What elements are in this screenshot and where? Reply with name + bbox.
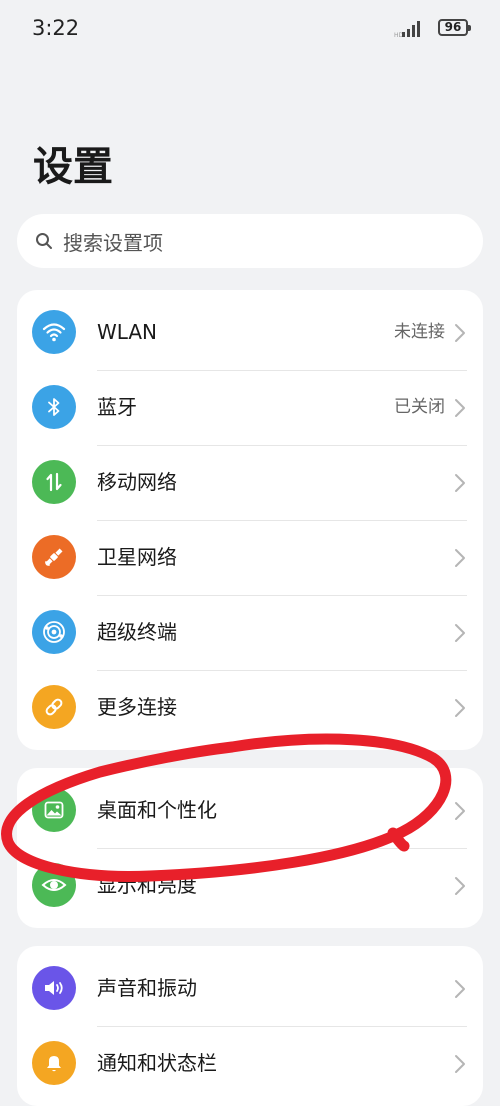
super-device-icon xyxy=(32,610,76,654)
signal-icon: HD xyxy=(394,21,420,38)
settings-item-label: 声音和振动 xyxy=(97,976,197,1000)
chevron-right-icon xyxy=(455,877,465,895)
settings-item-label: 桌面和个性化 xyxy=(97,798,217,822)
settings-item-label: 超级终端 xyxy=(97,620,177,644)
settings-group-connectivity: WLAN 未连接 蓝牙 已关闭 移动网络 卫星网络 超级终端 更多连接 xyxy=(17,290,483,750)
settings-item-label: 蓝牙 xyxy=(97,395,137,419)
chevron-right-icon xyxy=(455,980,465,998)
chevron-right-icon xyxy=(455,1055,465,1073)
settings-item-display-brightness[interactable]: 显示和亮度 xyxy=(17,848,483,923)
search-input[interactable]: 搜索设置项 xyxy=(17,214,483,268)
settings-group-sound: 声音和振动 通知和状态栏 xyxy=(17,946,483,1106)
battery-level: 96 xyxy=(444,20,462,34)
page-title: 设置 xyxy=(33,144,113,190)
eye-icon xyxy=(32,863,76,907)
settings-item-value: 已关闭 xyxy=(394,397,445,417)
chevron-right-icon xyxy=(455,624,465,642)
bluetooth-icon xyxy=(32,385,76,429)
settings-item-label: 更多连接 xyxy=(97,695,177,719)
search-placeholder: 搜索设置项 xyxy=(63,230,163,255)
settings-item-bluetooth[interactable]: 蓝牙 已关闭 xyxy=(17,370,483,445)
bell-icon xyxy=(32,1041,76,1085)
settings-item-label: WLAN xyxy=(97,320,158,344)
settings-item-more-connections[interactable]: 更多连接 xyxy=(17,670,483,745)
settings-item-label: 移动网络 xyxy=(97,470,177,494)
wifi-icon xyxy=(32,310,76,354)
settings-item-label: 通知和状态栏 xyxy=(97,1051,217,1075)
chevron-right-icon xyxy=(455,399,465,417)
settings-item-notifications[interactable]: 通知和状态栏 xyxy=(17,1026,483,1101)
settings-item-value: 未连接 xyxy=(394,322,445,342)
settings-group-display: 桌面和个性化 显示和亮度 xyxy=(17,768,483,928)
link-icon xyxy=(32,685,76,729)
chevron-right-icon xyxy=(455,474,465,492)
mobile-data-icon xyxy=(32,460,76,504)
search-icon xyxy=(36,233,52,249)
speaker-icon xyxy=(32,966,76,1010)
settings-item-label: 卫星网络 xyxy=(97,545,177,569)
settings-item-home-screen[interactable]: 桌面和个性化 xyxy=(17,773,483,848)
settings-item-sound-vibration[interactable]: 声音和振动 xyxy=(17,951,483,1026)
status-time: 3:22 xyxy=(32,16,80,40)
status-bar: 3:22 HD 96 xyxy=(0,0,500,56)
settings-item-satellite-network[interactable]: 卫星网络 xyxy=(17,520,483,595)
wallpaper-icon xyxy=(32,788,76,832)
settings-item-label: 显示和亮度 xyxy=(97,873,197,897)
settings-item-super-device[interactable]: 超级终端 xyxy=(17,595,483,670)
battery-icon: 96 xyxy=(438,19,471,36)
chevron-right-icon xyxy=(455,802,465,820)
chevron-right-icon xyxy=(455,699,465,717)
settings-item-wlan[interactable]: WLAN 未连接 xyxy=(17,295,483,370)
settings-item-mobile-network[interactable]: 移动网络 xyxy=(17,445,483,520)
chevron-right-icon xyxy=(455,324,465,342)
satellite-icon xyxy=(32,535,76,579)
chevron-right-icon xyxy=(455,549,465,567)
